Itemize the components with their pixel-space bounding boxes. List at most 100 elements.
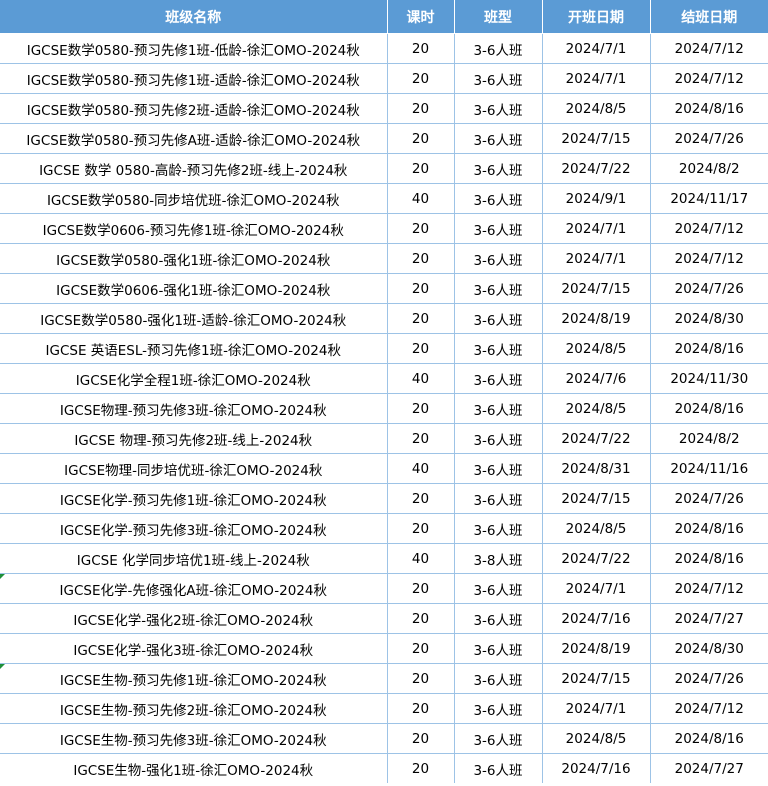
cell-class-name[interactable]: IGCSE数学0580-预习先修1班-适龄-徐汇OMO-2024秋 xyxy=(0,63,388,94)
cell-class-type[interactable]: 3-6人班 xyxy=(453,363,543,394)
cell-start-date[interactable]: 2024/7/1 xyxy=(541,213,651,244)
cell-start-date[interactable]: 2024/9/1 xyxy=(541,183,651,214)
cell-end-date[interactable]: 2024/7/12 xyxy=(649,693,768,724)
cell-class-type[interactable]: 3-6人班 xyxy=(453,273,543,304)
cell-end-date[interactable]: 2024/8/16 xyxy=(649,93,768,124)
cell-class-type[interactable]: 3-6人班 xyxy=(453,123,543,154)
cell-end-date[interactable]: 2024/7/26 xyxy=(649,273,768,304)
cell-end-date[interactable]: 2024/7/12 xyxy=(649,573,768,604)
cell-class-name[interactable]: IGCSE 物理-预习先修2班-线上-2024秋 xyxy=(0,423,388,454)
cell-class-type[interactable]: 3-6人班 xyxy=(453,693,543,724)
cell-class-name[interactable]: IGCSE生物-预习先修1班-徐汇OMO-2024秋 xyxy=(0,663,388,694)
cell-start-date[interactable]: 2024/7/22 xyxy=(541,153,651,184)
cell-start-date[interactable]: 2024/7/1 xyxy=(541,693,651,724)
cell-end-date[interactable]: 2024/11/30 xyxy=(649,363,768,394)
cell-end-date[interactable]: 2024/8/30 xyxy=(649,633,768,664)
cell-class-type[interactable]: 3-6人班 xyxy=(453,183,543,214)
cell-end-date[interactable]: 2024/8/16 xyxy=(649,723,768,754)
cell-class-name[interactable]: IGCSE化学全程1班-徐汇OMO-2024秋 xyxy=(0,363,388,394)
cell-hours[interactable]: 20 xyxy=(386,393,455,424)
cell-class-type[interactable]: 3-6人班 xyxy=(453,303,543,334)
cell-start-date[interactable]: 2024/7/15 xyxy=(541,483,651,514)
cell-class-name[interactable]: IGCSE数学0606-预习先修1班-徐汇OMO-2024秋 xyxy=(0,213,388,244)
cell-hours[interactable]: 20 xyxy=(386,33,455,64)
cell-class-name[interactable]: IGCSE数学0580-强化1班-徐汇OMO-2024秋 xyxy=(0,243,388,274)
cell-class-name[interactable]: IGCSE数学0606-强化1班-徐汇OMO-2024秋 xyxy=(0,273,388,304)
cell-end-date[interactable]: 2024/8/16 xyxy=(649,333,768,364)
cell-end-date[interactable]: 2024/8/16 xyxy=(649,543,768,574)
cell-end-date[interactable]: 2024/8/2 xyxy=(649,153,768,184)
cell-class-name[interactable]: IGCSE化学-预习先修1班-徐汇OMO-2024秋 xyxy=(0,483,388,514)
cell-class-name[interactable]: IGCSE数学0580-预习先修1班-低龄-徐汇OMO-2024秋 xyxy=(0,33,388,64)
cell-hours[interactable]: 20 xyxy=(386,603,455,634)
header-class-name[interactable]: 班级名称 xyxy=(0,0,388,34)
cell-class-type[interactable]: 3-6人班 xyxy=(453,453,543,484)
cell-end-date[interactable]: 2024/7/27 xyxy=(649,753,768,783)
cell-class-type[interactable]: 3-6人班 xyxy=(453,33,543,64)
cell-start-date[interactable]: 2024/7/22 xyxy=(541,543,651,574)
cell-end-date[interactable]: 2024/7/26 xyxy=(649,123,768,154)
cell-start-date[interactable]: 2024/7/15 xyxy=(541,123,651,154)
cell-class-type[interactable]: 3-6人班 xyxy=(453,243,543,274)
cell-class-name[interactable]: IGCSE数学0580-预习先修2班-适龄-徐汇OMO-2024秋 xyxy=(0,93,388,124)
cell-start-date[interactable]: 2024/7/15 xyxy=(541,663,651,694)
header-start-date[interactable]: 开班日期 xyxy=(542,0,651,34)
cell-class-type[interactable]: 3-6人班 xyxy=(453,93,543,124)
cell-end-date[interactable]: 2024/8/16 xyxy=(649,393,768,424)
cell-hours[interactable]: 20 xyxy=(386,513,455,544)
cell-start-date[interactable]: 2024/7/1 xyxy=(541,243,651,274)
cell-end-date[interactable]: 2024/7/12 xyxy=(649,63,768,94)
cell-end-date[interactable]: 2024/8/16 xyxy=(649,513,768,544)
cell-hours[interactable]: 20 xyxy=(386,693,455,724)
cell-start-date[interactable]: 2024/7/1 xyxy=(541,33,651,64)
cell-start-date[interactable]: 2024/8/19 xyxy=(541,633,651,664)
cell-class-type[interactable]: 3-6人班 xyxy=(453,213,543,244)
cell-class-type[interactable]: 3-6人班 xyxy=(453,513,543,544)
cell-hours[interactable]: 20 xyxy=(386,333,455,364)
cell-end-date[interactable]: 2024/11/17 xyxy=(649,183,768,214)
cell-class-type[interactable]: 3-8人班 xyxy=(453,543,543,574)
cell-class-type[interactable]: 3-6人班 xyxy=(453,573,543,604)
cell-class-name[interactable]: IGCSE生物-强化1班-徐汇OMO-2024秋 xyxy=(0,753,388,783)
cell-start-date[interactable]: 2024/8/5 xyxy=(541,513,651,544)
cell-hours[interactable]: 20 xyxy=(386,633,455,664)
cell-hours[interactable]: 20 xyxy=(386,213,455,244)
cell-hours[interactable]: 40 xyxy=(386,543,455,574)
cell-hours[interactable]: 20 xyxy=(386,63,455,94)
cell-start-date[interactable]: 2024/8/5 xyxy=(541,723,651,754)
cell-class-type[interactable]: 3-6人班 xyxy=(453,153,543,184)
cell-class-name[interactable]: IGCSE数学0580-强化1班-适龄-徐汇OMO-2024秋 xyxy=(0,303,388,334)
cell-class-type[interactable]: 3-6人班 xyxy=(453,423,543,454)
cell-end-date[interactable]: 2024/7/12 xyxy=(649,33,768,64)
cell-class-type[interactable]: 3-6人班 xyxy=(453,63,543,94)
cell-class-name[interactable]: IGCSE数学0580-预习先修A班-适龄-徐汇OMO-2024秋 xyxy=(0,123,388,154)
cell-hours[interactable]: 20 xyxy=(386,123,455,154)
cell-hours[interactable]: 20 xyxy=(386,423,455,454)
cell-start-date[interactable]: 2024/7/22 xyxy=(541,423,651,454)
cell-hours[interactable]: 20 xyxy=(386,153,455,184)
cell-hours[interactable]: 40 xyxy=(386,183,455,214)
cell-start-date[interactable]: 2024/7/16 xyxy=(541,603,651,634)
cell-class-name[interactable]: IGCSE化学-先修强化A班-徐汇OMO-2024秋 xyxy=(0,573,388,604)
cell-class-name[interactable]: IGCSE数学0580-同步培优班-徐汇OMO-2024秋 xyxy=(0,183,388,214)
cell-class-name[interactable]: IGCSE 数学 0580-高龄-预习先修2班-线上-2024秋 xyxy=(0,153,388,184)
cell-class-name[interactable]: IGCSE化学-强化3班-徐汇OMO-2024秋 xyxy=(0,633,388,664)
cell-start-date[interactable]: 2024/7/1 xyxy=(541,573,651,604)
cell-class-type[interactable]: 3-6人班 xyxy=(453,393,543,424)
cell-class-name[interactable]: IGCSE物理-预习先修3班-徐汇OMO-2024秋 xyxy=(0,393,388,424)
cell-class-type[interactable]: 3-6人班 xyxy=(453,333,543,364)
cell-end-date[interactable]: 2024/8/30 xyxy=(649,303,768,334)
header-class-type[interactable]: 班型 xyxy=(454,0,543,34)
cell-hours[interactable]: 20 xyxy=(386,663,455,694)
cell-start-date[interactable]: 2024/7/1 xyxy=(541,63,651,94)
header-hours[interactable]: 课时 xyxy=(387,0,455,34)
cell-class-name[interactable]: IGCSE 化学同步培优1班-线上-2024秋 xyxy=(0,543,388,574)
cell-class-type[interactable]: 3-6人班 xyxy=(453,663,543,694)
cell-hours[interactable]: 20 xyxy=(386,93,455,124)
cell-start-date[interactable]: 2024/7/15 xyxy=(541,273,651,304)
cell-class-name[interactable]: IGCSE生物-预习先修2班-徐汇OMO-2024秋 xyxy=(0,693,388,724)
cell-start-date[interactable]: 2024/8/5 xyxy=(541,393,651,424)
header-end-date[interactable]: 结班日期 xyxy=(650,0,768,34)
cell-class-name[interactable]: IGCSE化学-强化2班-徐汇OMO-2024秋 xyxy=(0,603,388,634)
cell-hours[interactable]: 40 xyxy=(386,453,455,484)
